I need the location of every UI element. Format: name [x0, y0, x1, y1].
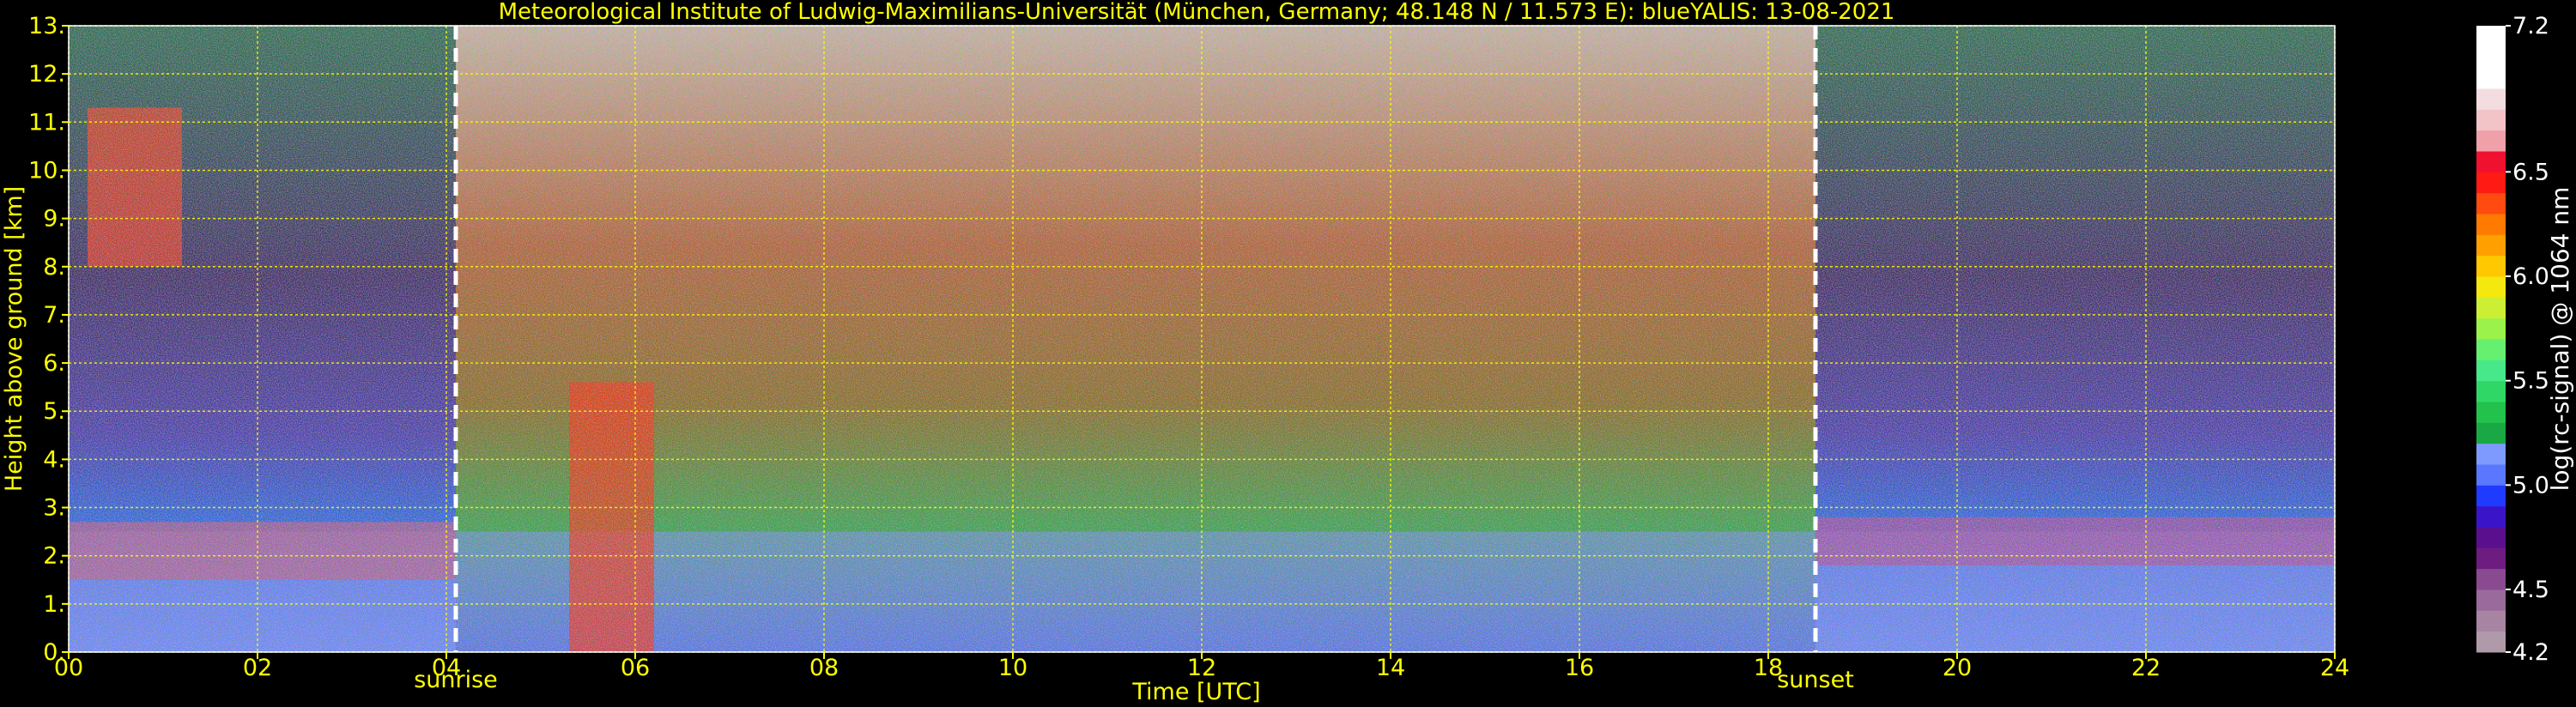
colorbar-tick-label: 6.0: [2512, 263, 2549, 290]
x-tick-label: 06: [621, 655, 650, 681]
y-tick-label: 11.: [28, 109, 65, 136]
colorbar-segment: [2476, 46, 2506, 69]
colorbar-segment: [2476, 589, 2506, 611]
colorbar-segment: [2476, 88, 2506, 110]
x-tick-label: 20: [1943, 655, 1972, 681]
colorbar-segment: [2476, 234, 2506, 257]
x-tick-label: 08: [809, 655, 839, 681]
y-tick-label: 12.: [28, 61, 65, 88]
x-tick-label: 24: [2320, 655, 2349, 681]
x-tick-label: 16: [1565, 655, 1594, 681]
colorbar-segment: [2476, 26, 2506, 47]
colorbar-segment: [2476, 422, 2506, 444]
colorbar-segment: [2476, 339, 2506, 360]
lidar-chart: sunrise sunset 00 02 04 06 08 10 12 14 16 18 20 22 24…: [1, 0, 2574, 705]
colorbar-segment: [2476, 568, 2506, 590]
colorbar-segment: [2476, 610, 2506, 632]
colorbar-segment: [2476, 464, 2506, 486]
y-tick-label: 4.: [43, 446, 65, 473]
y-axis-label: Height above ground [km]: [1, 186, 27, 492]
y-tick-label: 6.: [43, 350, 65, 377]
colorbar-segment: [2476, 317, 2506, 340]
colorbar-segment: [2476, 130, 2506, 152]
y-tick-label: 3.: [43, 495, 65, 522]
x-tick-label: 04: [432, 655, 461, 681]
colorbar-segment: [2476, 192, 2506, 215]
y-tick-label: 7.: [43, 302, 65, 329]
colorbar-segment: [2476, 505, 2506, 528]
colorbar-segment: [2476, 109, 2506, 131]
colorbar-segment: [2476, 402, 2506, 423]
colorbar-segment: [2476, 67, 2506, 89]
x-tick-label: 02: [243, 655, 272, 681]
x-tick-label: 14: [1376, 655, 1405, 681]
colorbar-tick-label: 7.2: [2512, 13, 2549, 39]
colorbar-segment: [2476, 151, 2506, 172]
colorbar-segment: [2476, 276, 2506, 298]
colorbar-segment: [2476, 485, 2506, 507]
sunset-label: sunset: [1777, 667, 1854, 693]
colorbar-segment: [2476, 631, 2506, 653]
x-tick-label: 12: [1187, 655, 1216, 681]
x-tick-label: 22: [2131, 655, 2161, 681]
y-tick-label: 13.: [28, 13, 65, 39]
colorbar-segment: [2476, 527, 2506, 548]
colorbar-segment: [2476, 360, 2506, 382]
colorbar-segment: [2476, 443, 2506, 465]
colorbar: 4.2 4.5 5.0 5.5 6.0 6.5 7.2: [2476, 13, 2549, 666]
y-tick-label: 8.: [43, 254, 65, 281]
y-tick-label: 10.: [28, 157, 65, 184]
x-tick-label: 10: [998, 655, 1027, 681]
colorbar-tick-label: 4.2: [2512, 639, 2549, 666]
colorbar-tick-label: 5.0: [2512, 472, 2549, 499]
colorbar-tick-label: 5.5: [2512, 368, 2549, 395]
colorbar-segment: [2476, 214, 2506, 235]
colorbar-segment: [2476, 255, 2506, 277]
y-tick-label: 2.: [43, 543, 65, 570]
x-tick-label: 18: [1754, 655, 1783, 681]
colorbar-segment: [2476, 547, 2506, 570]
colorbar-segment: [2476, 380, 2506, 402]
y-tick-label: 5.: [43, 398, 65, 425]
y-tick-label: 9.: [43, 206, 65, 233]
colorbar-label: log(rc-signal) @ 1064 nm: [2546, 187, 2574, 492]
colorbar-segment: [2476, 172, 2506, 194]
chart-title: Meteorological Institute of Ludwig-Maxim…: [499, 0, 1895, 25]
colorbar-tick-label: 6.5: [2512, 159, 2549, 185]
colorbar-tick-label: 4.5: [2512, 577, 2549, 603]
y-tick-label: 0.: [43, 639, 65, 666]
x-axis-label: Time [UTC]: [1131, 679, 1260, 705]
colorbar-segment: [2476, 297, 2506, 319]
y-tick-label: 1.: [43, 591, 65, 618]
